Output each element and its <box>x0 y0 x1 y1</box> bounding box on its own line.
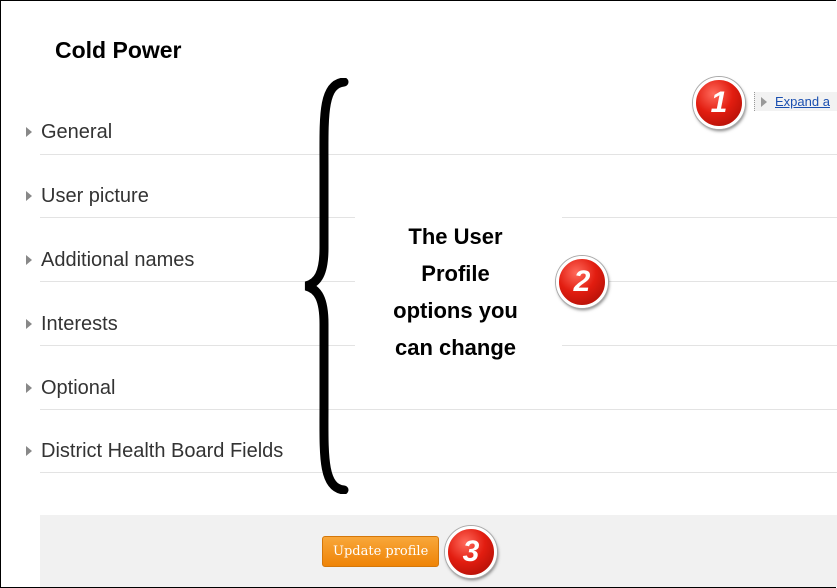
expand-all-link[interactable]: Expand a <box>754 92 837 111</box>
expand-triangle-icon <box>26 446 32 456</box>
section-label: General <box>41 120 113 143</box>
divider <box>562 217 837 218</box>
expand-triangle-icon <box>26 319 32 329</box>
annotation-line: The User <box>408 224 503 249</box>
annotation-callout: The User Profile options you can change <box>368 218 543 366</box>
expand-triangle-icon <box>26 127 32 137</box>
divider <box>40 409 837 410</box>
expand-triangle-icon <box>26 191 32 201</box>
annotation-line: can change <box>394 335 517 360</box>
section-optional[interactable]: Optional <box>26 377 116 399</box>
annotation-line: options you <box>393 298 518 323</box>
section-district-health-board-fields[interactable]: District Health Board Fields <box>26 440 283 462</box>
expand-triangle-icon <box>26 383 32 393</box>
curly-brace-annotation <box>304 78 349 494</box>
section-interests[interactable]: Interests <box>26 313 118 335</box>
divider <box>40 154 837 155</box>
section-label: District Health Board Fields <box>41 439 284 462</box>
expand-triangle-icon <box>26 255 32 265</box>
section-additional-names[interactable]: Additional names <box>26 249 194 271</box>
step-badge-1: 1 <box>693 77 745 129</box>
section-user-picture[interactable]: User picture <box>26 185 149 207</box>
page-title: Cold Power <box>55 37 182 63</box>
section-label: Additional names <box>41 248 195 271</box>
step-badge-2: 2 <box>556 256 608 308</box>
section-label: Interests <box>41 312 118 335</box>
section-label: User picture <box>41 184 149 207</box>
section-label: Optional <box>41 376 116 399</box>
expand-all-label: Expand a <box>775 94 830 109</box>
divider <box>562 345 837 346</box>
divider <box>40 472 837 473</box>
section-general[interactable]: General <box>26 121 112 143</box>
expand-triangle-icon <box>761 97 767 107</box>
update-profile-button[interactable]: Update profile <box>322 536 440 567</box>
step-badge-3: 3 <box>445 526 497 578</box>
annotation-line: Profile <box>421 261 490 286</box>
